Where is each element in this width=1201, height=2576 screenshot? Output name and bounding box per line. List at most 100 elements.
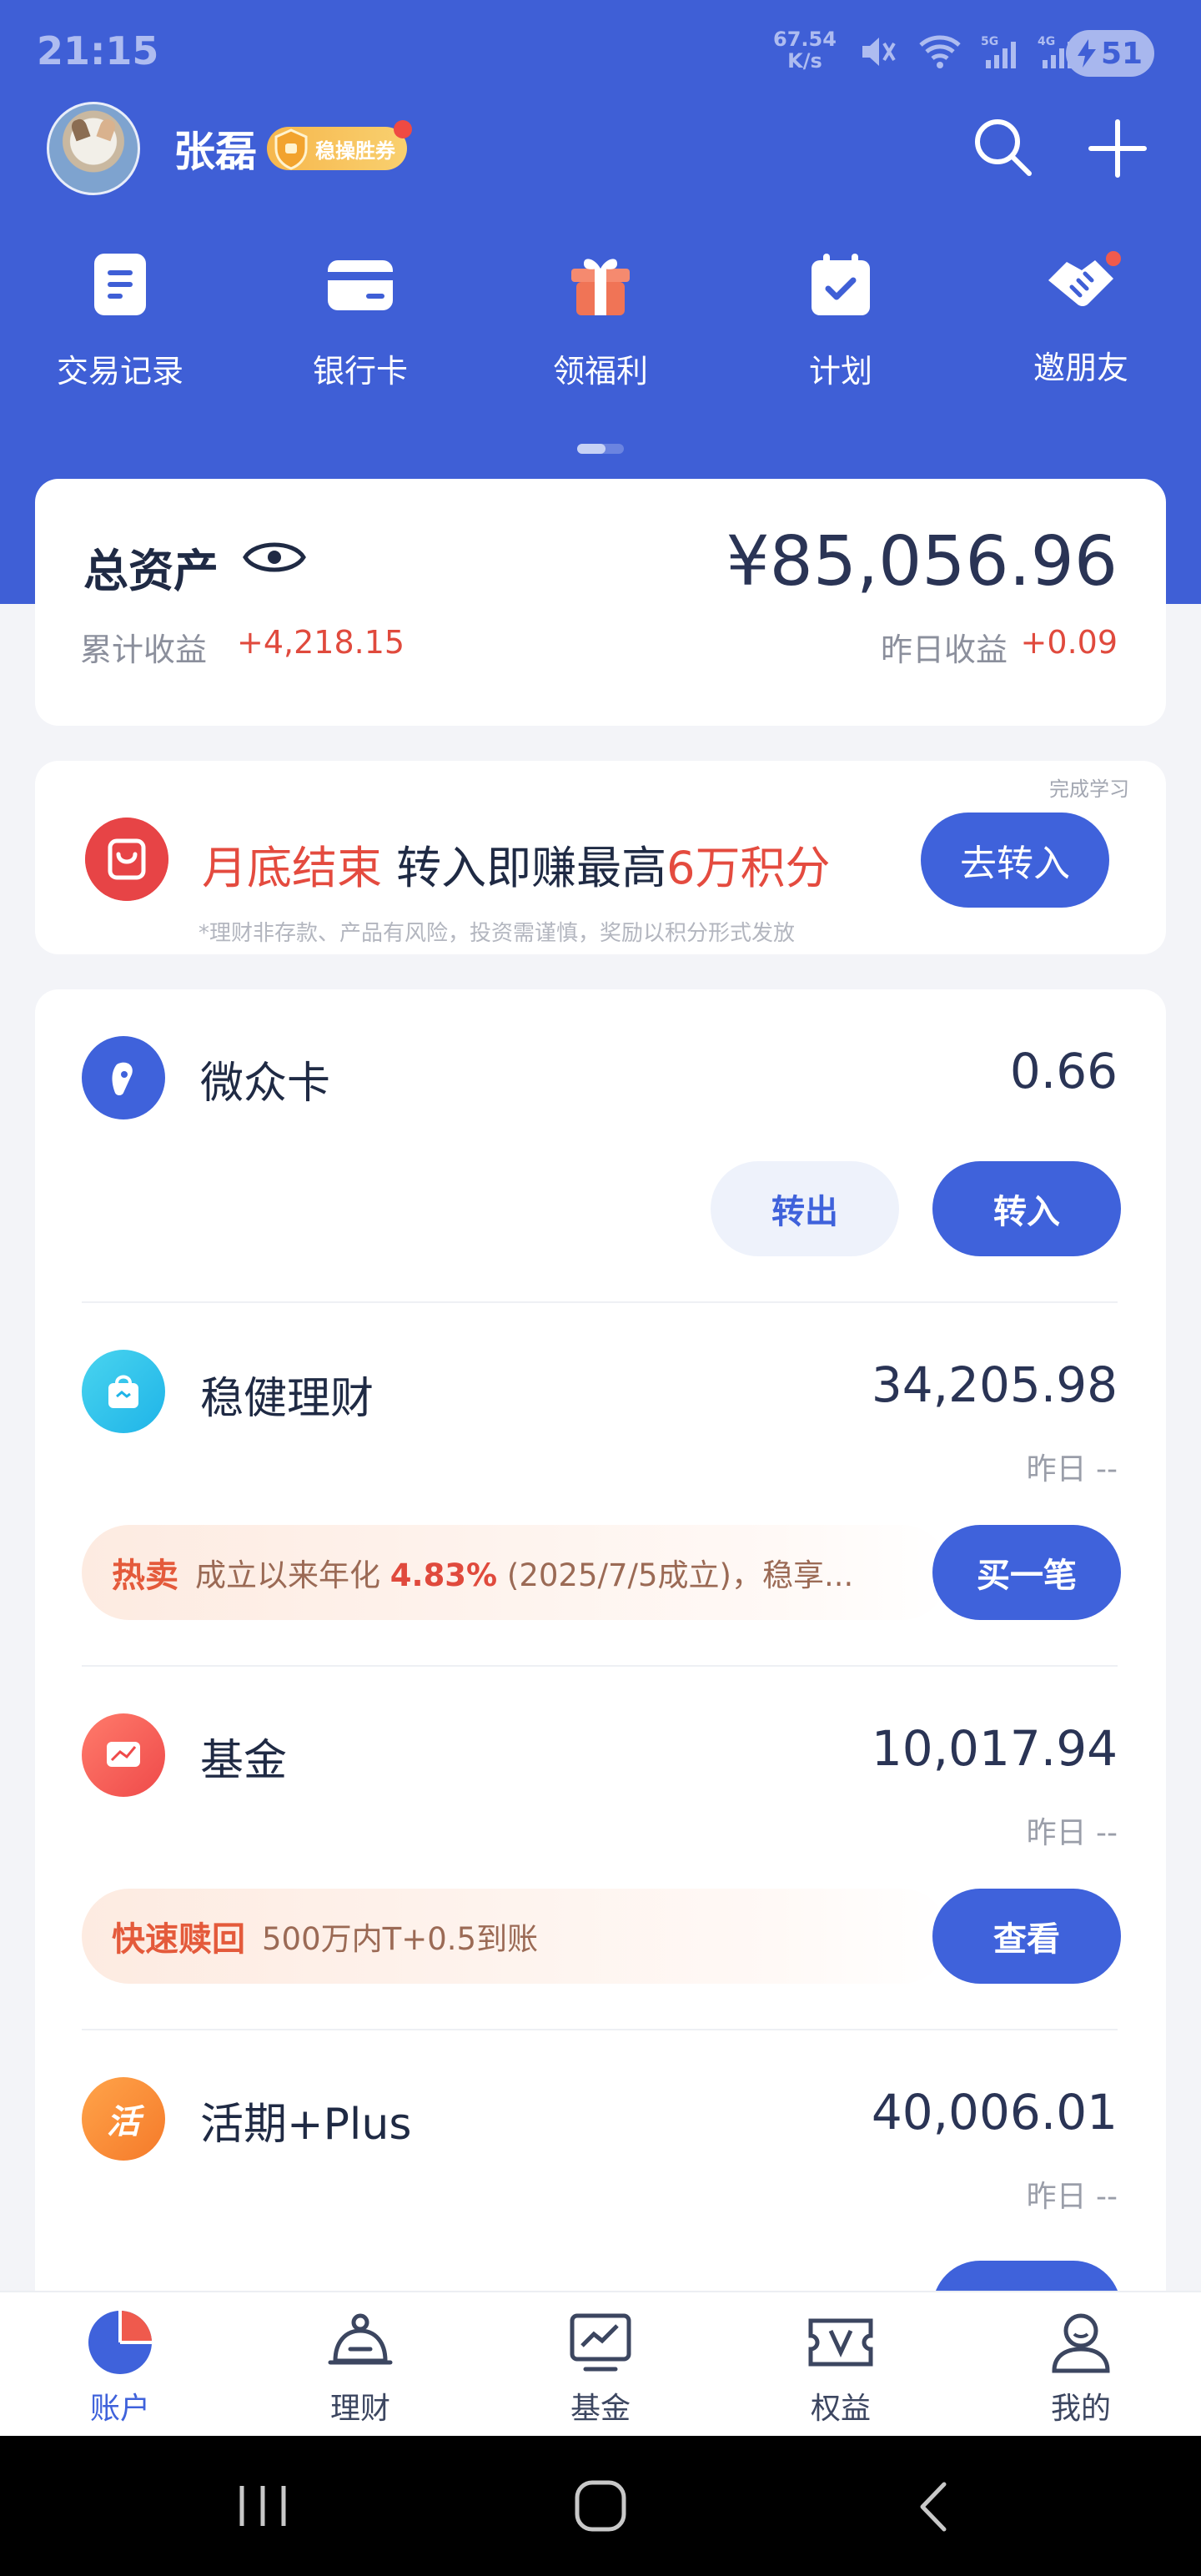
quick-menu-label: 银行卡 [312, 353, 408, 390]
hot-text: 成立以来年化 4.83% (2025/7/5成立)，稳享... [195, 1550, 853, 1595]
view-button[interactable]: 查看 [932, 1889, 1121, 1984]
promo-banner[interactable]: 完成学习 月底结束 转入即赚最高6万积分 去转入 *理财非存款、产品有风险，投资… [35, 761, 1166, 954]
promo-deadline: 月底结束 [202, 842, 382, 894]
avatar[interactable] [47, 102, 140, 195]
wenjian-yesterday: 昨日 -- [1026, 1452, 1118, 1487]
wifi-icon [919, 35, 961, 68]
system-navigation-bar [0, 2436, 1201, 2576]
quick-menu-transactions[interactable]: 交易记录 [28, 247, 212, 391]
eye-icon[interactable] [240, 532, 309, 582]
card-icon [328, 260, 393, 310]
quick-menu-label: 领福利 [552, 353, 648, 390]
fast-redeem-tag: 快速赎回 [112, 1920, 245, 1959]
promo-headline: 月底结束 转入即赚最高6万积分 [202, 831, 831, 897]
back-icon[interactable] [912, 2479, 954, 2534]
divider [82, 2029, 1118, 2030]
battery-level: 51 [1100, 36, 1143, 71]
tab-mine[interactable]: 我的 [997, 2307, 1164, 2428]
signal-5g-icon: 5G [981, 35, 1016, 68]
pie-chart-icon [88, 2311, 152, 2374]
bottom-tab-bar: 账户 理财 基金 权益 我的 [0, 2291, 1201, 2436]
weizhong-card-name[interactable]: 微众卡 [200, 1048, 330, 1110]
user-icon [1052, 2313, 1110, 2373]
huoqi-name[interactable]: 活期+Plus [200, 2089, 411, 2151]
weizhong-card-icon [82, 1036, 165, 1119]
annual-rate: 4.83% [389, 1557, 498, 1593]
monitor-chart-icon [570, 2313, 631, 2372]
fund-redeem-strip[interactable]: 快速赎回 500万内T+0.5到账 [82, 1889, 949, 1984]
search-icon[interactable] [969, 113, 1036, 180]
tab-benefits[interactable]: 权益 [757, 2307, 924, 2428]
cumulative-earnings-label: 累计收益 [80, 631, 208, 668]
quick-menu-label: 邀朋友 [1033, 350, 1128, 386]
status-bar: 21:15 67.54 K/s 5G 4G 51 [0, 0, 1201, 100]
hot-tag: 热卖 [112, 1557, 178, 1595]
wenjian-icon [82, 1350, 165, 1433]
huoqi-value: 40,006.01 [871, 2084, 1118, 2141]
promo-done-label: 完成学习 [1049, 777, 1129, 801]
shopping-bag-icon [108, 1375, 138, 1408]
cumulative-earnings-value: +4,218.15 [237, 624, 405, 661]
quick-menu-plan[interactable]: 计划 [749, 247, 932, 391]
voucher-icon [808, 2318, 873, 2367]
net-speed-value: 67.54 [773, 28, 837, 51]
svg-text:4G: 4G [1038, 35, 1055, 48]
piggy-bell-icon [328, 2313, 393, 2365]
document-icon [94, 254, 146, 315]
quick-menu-bank-card[interactable]: 银行卡 [269, 247, 452, 391]
badge-label: 稳操胜券 [315, 138, 395, 163]
calendar-icon [812, 254, 870, 315]
wenjian-name[interactable]: 稳健理财 [200, 1363, 374, 1426]
badge-shield-icon [274, 128, 308, 170]
quick-menu-welfare[interactable]: 领福利 [509, 247, 692, 391]
notification-dot [394, 120, 412, 138]
home-icon[interactable] [572, 2478, 629, 2534]
tab-label: 基金 [570, 2392, 631, 2426]
divider [82, 1301, 1118, 1303]
wenjian-hot-strip[interactable]: 热卖 成立以来年化 4.83% (2025/7/5成立)，稳享... [82, 1525, 949, 1620]
total-assets-card[interactable]: 总资产 ¥85,056.96 累计收益 +4,218.15 昨日收益 +0.09 [35, 479, 1166, 726]
battery-indicator: 51 [1066, 30, 1154, 77]
quick-menu-label: 计划 [808, 353, 872, 390]
net-speed-unit: K/s [787, 49, 822, 73]
wenjian-value: 34,205.98 [871, 1356, 1118, 1413]
status-icons: 5G 4G [859, 33, 1076, 70]
chart-icon [107, 1742, 140, 1767]
user-level-badge[interactable]: 稳操胜券 [267, 120, 412, 170]
add-icon[interactable] [1084, 115, 1151, 182]
quick-menu-label: 交易记录 [56, 353, 183, 390]
divider [82, 1665, 1118, 1667]
tab-label: 账户 [89, 2392, 150, 2426]
transfer-in-button[interactable]: 转入 [932, 1161, 1121, 1256]
huoqi-yesterday: 昨日 -- [1026, 2180, 1118, 2214]
gift-bag-icon [85, 818, 168, 901]
fund-icon [82, 1713, 165, 1797]
transfer-out-button[interactable]: 转出 [711, 1161, 899, 1256]
tab-fund[interactable]: 基金 [517, 2307, 684, 2428]
recent-apps-icon[interactable] [235, 2481, 290, 2531]
mute-icon [862, 38, 896, 66]
products-card: 微众卡 0.66 转出 转入 稳健理财 34,205.98 昨日 -- 热卖 成… [35, 989, 1166, 2324]
tab-account[interactable]: 账户 [37, 2307, 204, 2428]
tab-label: 我的 [1050, 2392, 1111, 2426]
total-assets-title: 总资产 [83, 545, 219, 597]
transfer-in-promo-button[interactable]: 去转入 [921, 813, 1109, 908]
charging-icon [1077, 39, 1096, 68]
fund-value: 10,017.94 [871, 1720, 1118, 1777]
gift-icon [571, 259, 630, 315]
notification-dot [1103, 249, 1123, 269]
user-name: 张磊 [173, 128, 257, 176]
quick-menu-invite[interactable]: 邀朋友 [989, 247, 1173, 388]
huoqi-icon-char: 活 [107, 2103, 140, 2141]
tab-label: 理财 [329, 2392, 390, 2426]
huoqi-icon: 活 [82, 2077, 165, 2161]
weizhong-card-value: 0.66 [1009, 1043, 1118, 1099]
buy-button[interactable]: 买一笔 [932, 1525, 1121, 1620]
profile-row[interactable]: 张磊 稳操胜券 [47, 100, 412, 197]
fund-name[interactable]: 基金 [200, 1725, 287, 1788]
wallet-icon [112, 1062, 133, 1095]
promo-middle: 转入即赚最高 [382, 842, 667, 894]
yesterday-earnings-value: +0.09 [1020, 624, 1118, 661]
handshake-icon-wrap [1043, 247, 1123, 322]
tab-wealth[interactable]: 理财 [277, 2307, 444, 2428]
